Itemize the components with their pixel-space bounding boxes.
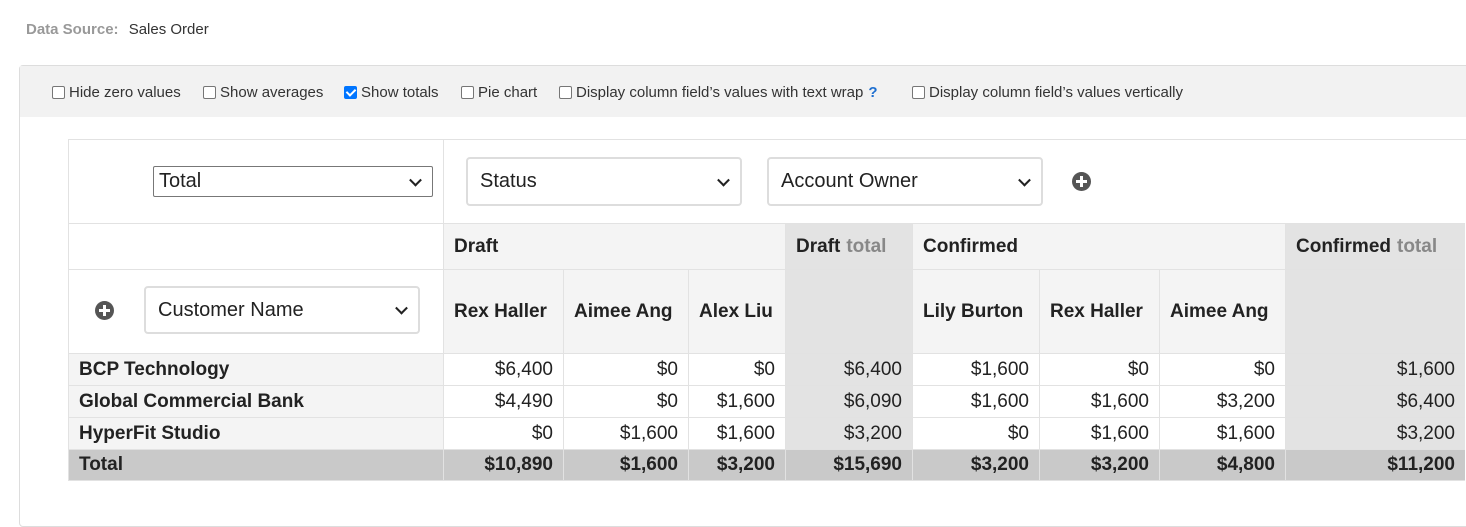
value-cell: $0: [912, 417, 1039, 449]
column-header-confirmed-total: [1285, 269, 1465, 353]
value-cell: $4,490: [443, 385, 563, 417]
text-wrap-checkbox[interactable]: [559, 85, 572, 99]
column-header: Alex Liu: [688, 269, 785, 353]
hide-zero-values-checkbox[interactable]: [52, 85, 65, 99]
value-cell: $1,600: [1039, 417, 1159, 449]
subtotal-cell: $6,090: [785, 385, 912, 417]
total-cell: $10,890: [443, 449, 563, 481]
add-row-field-icon[interactable]: [95, 301, 114, 320]
group-header-confirmed-total: Confirmed total: [1285, 223, 1465, 269]
option-show-totals[interactable]: Show totals: [344, 83, 439, 101]
group-suffix: total: [846, 235, 887, 257]
option-hide-zero-values[interactable]: Hide zero values: [52, 83, 181, 101]
subtotal-cell: $3,200: [785, 417, 912, 449]
group-name: Draft: [454, 235, 499, 257]
total-cell: $3,200: [688, 449, 785, 481]
column-header-draft-total: [785, 269, 912, 353]
show-averages-checkbox[interactable]: [203, 85, 216, 99]
total-cell: $11,200: [1285, 449, 1465, 481]
total-cell: $3,200: [912, 449, 1039, 481]
group-name: Draft: [796, 235, 841, 257]
subtotal-cell: $6,400: [785, 353, 912, 385]
add-column-field-icon[interactable]: [1072, 172, 1091, 191]
row-label: BCP Technology: [68, 353, 443, 385]
group-header-confirmed: Confirmed: [912, 223, 1285, 269]
aggregate-select-value: Total: [159, 170, 202, 192]
value-cell: $1,600: [688, 385, 785, 417]
chevron-down-icon: [395, 301, 408, 315]
value-cell: $1,600: [688, 417, 785, 449]
value-cell: $0: [688, 353, 785, 385]
data-source-value: Sales Order: [128, 21, 209, 38]
column-label: Rex Haller: [1050, 300, 1143, 322]
row-label: Global Commercial Bank: [68, 385, 443, 417]
data-source: Data Source: Sales Order: [26, 21, 209, 38]
value-cell: $1,600: [912, 353, 1039, 385]
column-header: Rex Haller: [443, 269, 563, 353]
options-bar: Hide zero values Show averages Show tota…: [20, 66, 1466, 117]
option-label: Hide zero values: [69, 83, 181, 101]
total-cell: $1,600: [563, 449, 688, 481]
customer-name-select-value: Customer Name: [158, 298, 304, 321]
pie-chart-checkbox[interactable]: [461, 85, 474, 99]
option-show-averages[interactable]: Show averages: [203, 83, 323, 101]
value-cell: $0: [563, 385, 688, 417]
value-cell: $0: [1159, 353, 1285, 385]
data-source-label: Data Source:: [26, 21, 119, 38]
value-cell: $6,400: [443, 353, 563, 385]
column-header: Aimee Ang: [563, 269, 688, 353]
row-label: HyperFit Studio: [68, 417, 443, 449]
column-label: Rex Haller: [454, 300, 547, 322]
group-header-draft-total: Draft total: [785, 223, 912, 269]
status-select-value: Status: [480, 170, 537, 192]
total-cell: $15,690: [785, 449, 912, 481]
option-label: Display column field’s values vertically: [929, 83, 1183, 101]
option-label: Show totals: [361, 83, 439, 101]
group-header-draft: Draft: [443, 223, 785, 269]
display-vertically-checkbox[interactable]: [912, 85, 925, 99]
option-text-wrap[interactable]: Display column field’s values with text …: [559, 83, 878, 101]
column-header: Rex Haller: [1039, 269, 1159, 353]
total-cell: $4,800: [1159, 449, 1285, 481]
pivot-table: Total Status Account Owner Draft Draft t…: [68, 139, 1466, 481]
total-cell: $3,200: [1039, 449, 1159, 481]
value-cell: $3,200: [1159, 385, 1285, 417]
group-suffix: total: [1397, 235, 1438, 257]
customer-name-select[interactable]: Customer Name: [144, 286, 420, 334]
value-cell: $0: [563, 353, 688, 385]
column-label: Lily Burton: [923, 300, 1024, 322]
group-name: Confirmed: [1296, 235, 1391, 257]
account-owner-select[interactable]: Account Owner: [767, 157, 1043, 206]
subtotal-cell: $1,600: [1285, 353, 1465, 385]
value-cell: $1,600: [1159, 417, 1285, 449]
empty-corner: [68, 223, 443, 269]
group-name: Confirmed: [923, 235, 1018, 257]
value-cell: $0: [1039, 353, 1159, 385]
chevron-down-icon: [1018, 173, 1031, 187]
chevron-down-icon: [717, 173, 730, 187]
value-cell: $0: [443, 417, 563, 449]
total-row-label: Total: [68, 449, 443, 481]
show-totals-checkbox[interactable]: [344, 85, 357, 99]
value-cell: $1,600: [563, 417, 688, 449]
option-display-vertically[interactable]: Display column field’s values vertically: [912, 83, 1183, 101]
column-header: Lily Burton: [912, 269, 1039, 353]
status-select[interactable]: Status: [466, 157, 742, 206]
value-cell: $1,600: [1039, 385, 1159, 417]
column-label: Aimee Ang: [1170, 300, 1269, 322]
option-label: Pie chart: [478, 83, 538, 101]
subtotal-cell: $6,400: [1285, 385, 1465, 417]
option-pie-chart[interactable]: Pie chart: [461, 83, 537, 101]
option-label: Show averages: [220, 83, 324, 101]
aggregate-select[interactable]: Total: [153, 166, 433, 197]
value-cell: $1,600: [912, 385, 1039, 417]
column-header: Aimee Ang: [1159, 269, 1285, 353]
subtotal-cell: $3,200: [1285, 417, 1465, 449]
option-label: Display column field’s values with text …: [576, 83, 864, 101]
column-label: Aimee Ang: [574, 300, 673, 322]
column-label: Alex Liu: [699, 300, 773, 322]
chevron-down-icon: [409, 173, 422, 187]
help-icon[interactable]: ?: [868, 84, 877, 101]
account-owner-select-value: Account Owner: [781, 170, 918, 192]
